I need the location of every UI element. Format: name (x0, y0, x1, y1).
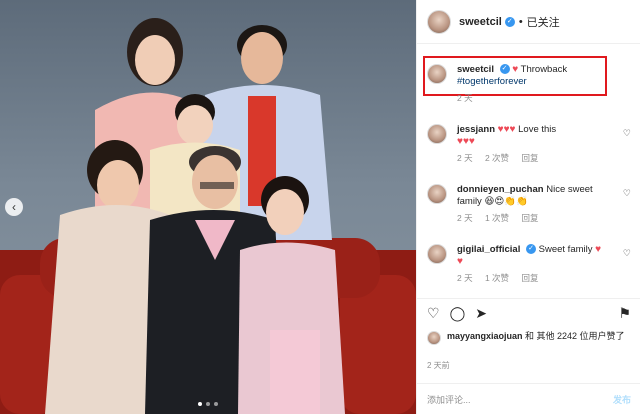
add-comment-bar: 添加评论... 发布 (417, 383, 640, 414)
post-time[interactable]: 2 天前 (427, 360, 450, 371)
hashtag-link[interactable]: #togetherforever (457, 76, 527, 87)
comment-text: jessjann ♥♥♥ Love this ♥♥♥ 2 天 2 次赞 回复 (457, 124, 617, 164)
action-bar: ♡ ◯ ➤ ⚑ (417, 298, 640, 328)
post-comment-button[interactable]: 发布 (613, 393, 631, 406)
separator: • (518, 15, 523, 28)
comment-icon[interactable]: ◯ (450, 305, 466, 322)
avatar[interactable] (427, 184, 447, 204)
avatar[interactable] (427, 64, 447, 84)
following-button[interactable]: 已关注 (527, 14, 560, 30)
heart-emoji: ♥ (457, 256, 463, 267)
verified-icon: ✓ (504, 16, 515, 27)
reply-button[interactable]: 回复 (521, 273, 538, 283)
comment-username[interactable]: gigilai_official (457, 244, 520, 255)
reply-button[interactable]: 回复 (521, 153, 538, 163)
comment-likes[interactable]: 2 次赞 (485, 153, 509, 163)
heart-outline-icon[interactable]: ♡ (623, 248, 631, 259)
carousel-dot (206, 402, 210, 406)
carousel-dot (198, 402, 202, 406)
comment-item: gigilai_official ✓ Sweet family ♥ ♥ 2 天 … (417, 244, 640, 284)
comment-item: jessjann ♥♥♥ Love this ♥♥♥ 2 天 2 次赞 回复 ♡ (417, 124, 640, 164)
chevron-left-icon[interactable]: ‹ (5, 198, 23, 216)
avatar[interactable] (427, 244, 447, 264)
post-header: sweetcil ✓ • 已关注 (417, 0, 640, 44)
comment-username[interactable]: jessjann (457, 124, 495, 135)
avatar[interactable] (427, 331, 441, 345)
comment-item: donnieyen_puchan Nice sweet family 😆😍👏👏 … (417, 184, 640, 224)
heart-outline-icon[interactable]: ♡ (623, 128, 631, 139)
comment-input[interactable]: 添加评论... (427, 393, 471, 406)
post-sidebar: sweetcil ✓ • 已关注 sweetcil ✓ ♥ Throwback … (416, 0, 640, 414)
caption-body: Throwback (520, 64, 568, 75)
liked-by-user[interactable]: mayyangxiaojuan (447, 331, 523, 341)
heart-emoji: ♥♥♥ (457, 136, 475, 147)
bookmark-icon[interactable]: ⚑ (618, 305, 631, 322)
comment-time[interactable]: 2 天 (457, 273, 473, 283)
family-photo-illustration (0, 18, 416, 414)
comment-text: gigilai_official ✓ Sweet family ♥ ♥ 2 天 … (457, 244, 617, 284)
reply-button[interactable]: 回复 (521, 213, 538, 223)
comment-username[interactable]: donnieyen_puchan (457, 184, 544, 195)
heart-outline-icon[interactable]: ♡ (427, 305, 440, 322)
avatar[interactable] (427, 124, 447, 144)
comment-time[interactable]: 2 天 (457, 213, 473, 223)
heart-emoji: ♥ (512, 64, 519, 75)
liked-by-rest[interactable]: 和 其他 2242 位用户赞了 (523, 331, 625, 341)
caption-username[interactable]: sweetcil (457, 64, 494, 75)
emoji: 😆😍👏👏 (484, 196, 528, 207)
comment-likes[interactable]: 1 次赞 (485, 213, 509, 223)
share-icon[interactable]: ➤ (475, 305, 487, 322)
avatar[interactable] (427, 9, 451, 34)
caption-text: sweetcil ✓ ♥ Throwback #togetherforever … (457, 64, 567, 104)
caption: sweetcil ✓ ♥ Throwback #togetherforever … (417, 64, 577, 104)
comment-time[interactable]: 2 天 (457, 153, 473, 163)
verified-icon: ✓ (499, 64, 510, 75)
verified-icon: ✓ (526, 244, 536, 255)
heart-outline-icon[interactable]: ♡ (623, 188, 631, 199)
comment-text: donnieyen_puchan Nice sweet family 😆😍👏👏 … (457, 184, 617, 224)
liked-by: mayyangxiaojuan 和 其他 2242 位用户赞了 (427, 331, 637, 345)
comment-likes[interactable]: 1 次赞 (485, 273, 509, 283)
comment-body: Sweet family (538, 244, 593, 255)
caption-time[interactable]: 2 天 (457, 93, 473, 103)
post-photo[interactable]: ‹ (0, 0, 416, 414)
carousel-dots (198, 402, 218, 406)
comment-body: Love this (518, 124, 557, 135)
heart-emoji: ♥ (595, 244, 602, 255)
heart-emoji: ♥♥♥ (497, 124, 516, 135)
carousel-dot (214, 402, 218, 406)
username[interactable]: sweetcil (459, 16, 502, 28)
